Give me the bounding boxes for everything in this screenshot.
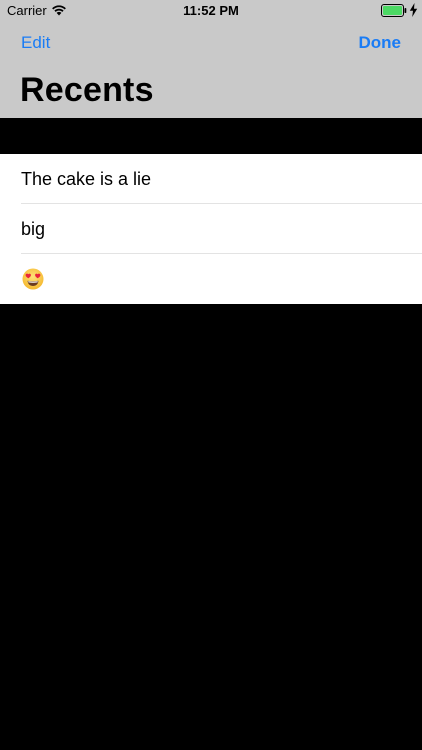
done-button[interactable]: Done (359, 32, 402, 54)
recents-list: The cake is a lie big (0, 154, 422, 304)
navigation-header: Carrier 11:52 PM Edit Done Recents (0, 0, 422, 118)
status-time: 11:52 PM (183, 3, 239, 18)
list-item[interactable]: The cake is a lie (0, 154, 422, 204)
list-item[interactable] (0, 254, 422, 304)
heart-eyes-emoji-icon (22, 268, 44, 290)
list-item-label: The cake is a lie (21, 169, 152, 189)
status-bar: Carrier 11:52 PM (0, 0, 422, 22)
list-item-label: big (21, 219, 46, 239)
edit-button[interactable]: Edit (21, 32, 50, 54)
battery-icon (381, 4, 407, 17)
list-item[interactable]: big (0, 204, 422, 254)
charging-bolt-icon (409, 3, 418, 17)
page-title: Recents (20, 71, 154, 109)
